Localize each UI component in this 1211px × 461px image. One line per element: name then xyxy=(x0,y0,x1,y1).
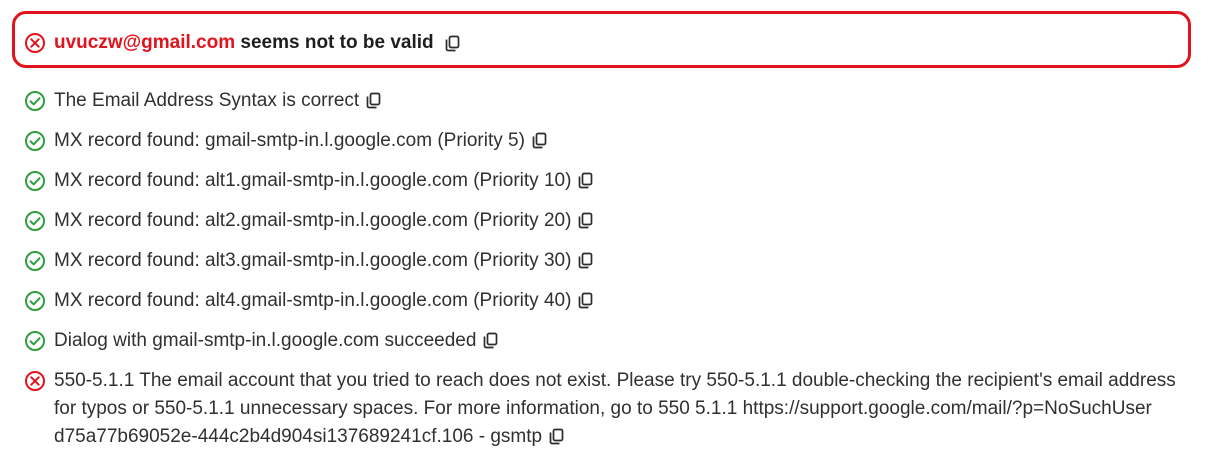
copy-icon[interactable] xyxy=(482,332,499,349)
check-row: The Email Address Syntax is correct xyxy=(24,88,1194,128)
check-row: MX record found: alt1.gmail-smtp-in.l.go… xyxy=(24,168,1194,208)
check-text: The Email Address Syntax is correct xyxy=(54,90,360,111)
result-verdict: seems not to be valid xyxy=(235,32,434,53)
check-circle-icon xyxy=(25,131,45,151)
check-row: MX record found: alt3.gmail-smtp-in.l.go… xyxy=(24,248,1194,288)
check-text: Dialog with gmail-smtp-in.l.google.com s… xyxy=(54,330,477,351)
check-row: MX record found: alt2.gmail-smtp-in.l.go… xyxy=(24,208,1194,248)
check-text-wrap: 550-5.1.1 The email account that you tri… xyxy=(54,367,1194,451)
x-circle-icon xyxy=(25,33,45,53)
check-text: MX record found: alt3.gmail-smtp-in.l.go… xyxy=(54,250,572,271)
copy-icon[interactable] xyxy=(577,252,594,269)
check-circle-icon xyxy=(25,211,45,231)
check-text-wrap: MX record found: alt4.gmail-smtp-in.l.go… xyxy=(54,287,594,315)
check-text-wrap: MX record found: alt3.gmail-smtp-in.l.go… xyxy=(54,247,594,275)
copy-icon[interactable] xyxy=(577,212,594,229)
copy-icon[interactable] xyxy=(531,132,548,149)
check-text-wrap: The Email Address Syntax is correct xyxy=(54,87,382,115)
check-text: 550-5.1.1 The email account that you tri… xyxy=(54,370,1176,447)
check-text: MX record found: alt1.gmail-smtp-in.l.go… xyxy=(54,170,572,191)
check-circle-icon xyxy=(25,331,45,351)
copy-icon[interactable] xyxy=(577,172,594,189)
result-email: uvuczw@gmail.com xyxy=(54,32,236,53)
check-text-wrap: Dialog with gmail-smtp-in.l.google.com s… xyxy=(54,327,499,355)
check-circle-icon xyxy=(25,91,45,111)
check-text: MX record found: alt2.gmail-smtp-in.l.go… xyxy=(54,210,572,231)
check-text: MX record found: alt4.gmail-smtp-in.l.go… xyxy=(54,290,572,311)
check-text-wrap: MX record found: gmail-smtp-in.l.google.… xyxy=(54,127,548,155)
check-circle-icon xyxy=(25,291,45,311)
copy-icon[interactable] xyxy=(365,92,382,109)
copy-icon[interactable] xyxy=(577,292,594,309)
check-circle-icon xyxy=(25,171,45,191)
check-row: MX record found: gmail-smtp-in.l.google.… xyxy=(24,128,1194,168)
check-row: Dialog with gmail-smtp-in.l.google.com s… xyxy=(24,328,1194,368)
check-row: MX record found: alt4.gmail-smtp-in.l.go… xyxy=(24,288,1194,328)
check-list: The Email Address Syntax is correct MX re… xyxy=(24,88,1194,455)
x-circle-icon xyxy=(25,371,45,391)
check-circle-icon xyxy=(25,251,45,271)
result-heading: uvuczw@gmail.com seems not to be valid xyxy=(24,31,461,55)
copy-icon[interactable] xyxy=(444,35,461,52)
check-text-wrap: MX record found: alt1.gmail-smtp-in.l.go… xyxy=(54,167,594,195)
copy-icon[interactable] xyxy=(548,428,565,445)
check-text-wrap: MX record found: alt2.gmail-smtp-in.l.go… xyxy=(54,207,594,235)
check-text: MX record found: gmail-smtp-in.l.google.… xyxy=(54,130,525,151)
check-row: 550-5.1.1 The email account that you tri… xyxy=(24,368,1194,455)
